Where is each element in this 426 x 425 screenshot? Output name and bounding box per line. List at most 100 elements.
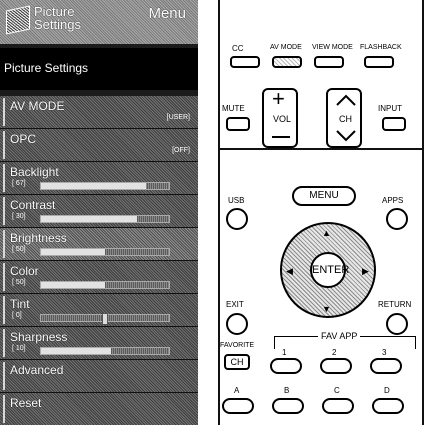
- item-marker: [3, 131, 5, 159]
- menu-item-value: [ 67]: [12, 180, 26, 187]
- menu-item-opc[interactable]: OPC [OFF]: [0, 129, 198, 162]
- volume-rocker[interactable]: + VOL: [262, 86, 298, 148]
- enter-button[interactable]: ENTER: [310, 252, 349, 288]
- channel-rocker[interactable]: CH: [326, 88, 362, 148]
- return-button[interactable]: [386, 313, 408, 335]
- right-arrow-icon[interactable]: ▶: [362, 266, 369, 277]
- menu-item-tint[interactable]: Tint [ 0]: [0, 294, 198, 327]
- return-label: RETURN: [378, 300, 412, 309]
- color-slider[interactable]: [40, 281, 170, 289]
- menu-item-reset[interactable]: Reset: [0, 393, 198, 425]
- slider-fill: [41, 249, 105, 255]
- apps-button[interactable]: [386, 208, 408, 230]
- backlight-slider[interactable]: [40, 182, 170, 190]
- slider-fill: [41, 348, 112, 354]
- menu-item-sharpness[interactable]: Sharpness [ 10]: [0, 327, 198, 360]
- item-marker: [3, 197, 5, 225]
- directional-pad[interactable]: ▲ ▼ ◀ ▶ ENTER: [280, 222, 376, 318]
- cc-button[interactable]: [230, 56, 260, 68]
- volume-up-icon[interactable]: +: [272, 86, 285, 112]
- item-marker: [3, 263, 5, 291]
- menu-item-advanced[interactable]: Advanced: [0, 360, 198, 393]
- fav-app-3-button[interactable]: [370, 358, 402, 374]
- contrast-slider[interactable]: [40, 215, 170, 223]
- favorite-label: FAVORITE: [220, 342, 255, 349]
- section-title: Picture Settings: [0, 48, 198, 90]
- volume-down-icon[interactable]: [272, 136, 290, 138]
- brightness-slider[interactable]: [40, 248, 170, 256]
- remote-edge-right: [422, 0, 424, 425]
- item-marker: [3, 230, 5, 258]
- item-marker: [3, 164, 5, 192]
- menu-item-av-mode[interactable]: AV MODE [USER]: [0, 96, 198, 129]
- usb-button[interactable]: [226, 208, 248, 230]
- vol-label: VOL: [273, 114, 292, 124]
- menu-item-label: Advanced: [10, 363, 64, 377]
- item-marker: [3, 296, 5, 324]
- view-mode-label: VIEW MODE: [312, 44, 353, 51]
- slider-fill: [41, 183, 146, 189]
- header-title: Picture Settings: [34, 4, 81, 32]
- slider-fill: [41, 216, 137, 222]
- menu-item-value: [ 50]: [12, 279, 26, 286]
- menu-header: Picture Settings Menu: [0, 0, 198, 44]
- exit-label: EXIT: [226, 300, 244, 309]
- fav-app-1-button[interactable]: [270, 358, 302, 374]
- tint-slider[interactable]: [40, 313, 170, 325]
- remote-edge-left: [218, 0, 220, 425]
- a-label: A: [234, 386, 240, 395]
- menu-item-label: Sharpness: [10, 330, 68, 344]
- d-button[interactable]: [372, 398, 404, 414]
- remote-control: CC AV MODE VIEW MODE FLASHBACK MUTE + VO…: [214, 0, 426, 425]
- input-button[interactable]: [382, 117, 406, 131]
- menu-button[interactable]: MENU: [292, 186, 356, 206]
- menu-item-value: [ 0]: [12, 312, 22, 319]
- mute-button[interactable]: [226, 117, 250, 131]
- item-marker: [3, 362, 5, 390]
- b-label: B: [284, 386, 290, 395]
- up-arrow-icon[interactable]: ▲: [322, 228, 331, 238]
- down-arrow-icon[interactable]: ▼: [322, 304, 331, 314]
- view-mode-button[interactable]: [314, 56, 344, 68]
- c-label: C: [334, 386, 340, 395]
- c-button[interactable]: [322, 398, 354, 414]
- fav-app-2-button[interactable]: [320, 358, 352, 374]
- channel-down-icon[interactable]: [335, 130, 357, 142]
- menu-item-label: AV MODE: [10, 99, 65, 113]
- menu-item-label: Brightness: [10, 231, 67, 245]
- flashback-button[interactable]: [364, 56, 394, 68]
- menu-item-brightness[interactable]: Brightness [ 50]: [0, 228, 198, 261]
- a-button[interactable]: [222, 398, 254, 414]
- channel-up-icon[interactable]: [335, 94, 357, 106]
- menu-item-backlight[interactable]: Backlight [ 67]: [0, 162, 198, 195]
- favorite-ch-button[interactable]: CH: [224, 354, 250, 370]
- cc-label: CC: [232, 44, 244, 53]
- item-marker: [3, 395, 5, 423]
- sharpness-slider[interactable]: [40, 347, 170, 355]
- menu-item-color[interactable]: Color [ 50]: [0, 261, 198, 294]
- picture-settings-menu: Picture Settings Menu Picture Settings A…: [0, 0, 198, 425]
- item-marker: [3, 329, 5, 357]
- menu-item-value: [ 10]: [12, 345, 26, 352]
- fav-1-label: 1: [282, 348, 287, 357]
- menu-item-label: Tint: [10, 297, 30, 311]
- menu-item-contrast[interactable]: Contrast [ 30]: [0, 195, 198, 228]
- exit-button[interactable]: [226, 313, 248, 335]
- apps-label: APPS: [382, 196, 404, 205]
- b-button[interactable]: [272, 398, 304, 414]
- section-title-text: Picture Settings: [4, 61, 89, 75]
- left-arrow-icon[interactable]: ◀: [286, 266, 293, 277]
- header-menu-label: Menu: [148, 5, 186, 22]
- av-mode-button[interactable]: [272, 56, 302, 68]
- ch-label: CH: [339, 114, 352, 124]
- fav-2-label: 2: [332, 348, 337, 357]
- mute-label: MUTE: [222, 104, 245, 113]
- menu-item-label: OPC: [10, 132, 37, 146]
- menu-item-value: [ 30]: [12, 213, 26, 220]
- slider-marker: [102, 313, 108, 325]
- remote-divider: [218, 148, 424, 150]
- fav-3-label: 3: [382, 348, 387, 357]
- menu-item-label: Backlight: [10, 165, 59, 179]
- slider-fill: [41, 282, 105, 288]
- menu-item-value: [OFF]: [172, 147, 190, 154]
